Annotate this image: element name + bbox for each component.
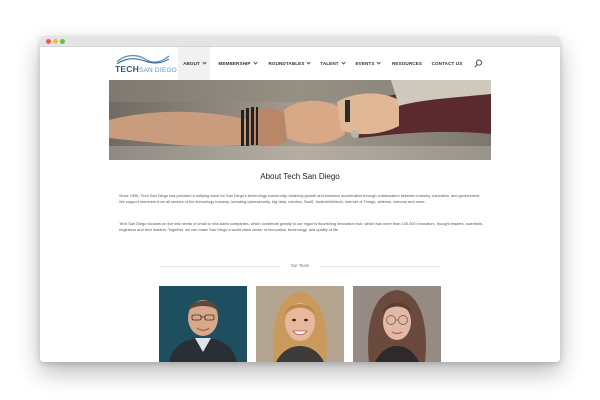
close-window-button[interactable] bbox=[46, 39, 51, 44]
about-paragraph: Since 1996, Tech San Diego has provided … bbox=[119, 193, 481, 205]
about-paragraph: Tech San Diego focuses on the real needs… bbox=[119, 221, 483, 233]
nav-label: EVENTS bbox=[355, 61, 375, 66]
chevron-down-icon bbox=[341, 60, 346, 65]
nav-about[interactable]: ABOUT bbox=[178, 47, 210, 80]
portrait-photo bbox=[353, 286, 441, 362]
hero-photo bbox=[109, 80, 491, 160]
nav-label: RESOURCES bbox=[392, 61, 422, 66]
nav-label: MEMBERSHIP bbox=[218, 61, 251, 66]
team-member-photo-woman[interactable] bbox=[256, 286, 344, 362]
header: TECHSAN DIEGO ABOUT MEMBERSHIP ROUNDTABL… bbox=[40, 47, 560, 80]
page-title: About Tech San Diego bbox=[260, 172, 340, 181]
portrait-photo bbox=[159, 286, 247, 362]
nav-roundtables[interactable]: ROUNDTABLES bbox=[265, 47, 313, 80]
nav-resources[interactable]: RESOURCES bbox=[390, 47, 424, 80]
chevron-down-icon bbox=[306, 60, 312, 65]
nav-events[interactable]: EVENTS bbox=[352, 47, 383, 80]
title-bar bbox=[40, 36, 560, 47]
logo-main-text: TECH bbox=[115, 64, 139, 74]
team-member-photo-man[interactable] bbox=[159, 286, 247, 362]
nav-label: TALENT bbox=[320, 61, 339, 66]
browser-window: TECHSAN DIEGO ABOUT MEMBERSHIP ROUNDTABL… bbox=[40, 36, 560, 362]
site-logo[interactable]: TECHSAN DIEGO bbox=[115, 52, 177, 76]
portrait-photo bbox=[256, 286, 344, 362]
section-heading: Our Team bbox=[290, 263, 310, 268]
chevron-down-icon bbox=[376, 60, 382, 65]
nav-label: CONTACT US bbox=[431, 61, 463, 66]
hero-image-hands-fist-bump bbox=[109, 80, 491, 160]
chevron-down-icon bbox=[202, 60, 207, 65]
nav-talent[interactable]: TALENT bbox=[317, 47, 347, 80]
maximize-window-button[interactable] bbox=[60, 39, 65, 44]
nav-contact-us[interactable]: CONTACT US bbox=[429, 47, 465, 80]
logo-text: TECHSAN DIEGO bbox=[115, 64, 177, 74]
nav-label: ABOUT bbox=[183, 61, 200, 66]
chevron-down-icon bbox=[253, 60, 258, 65]
nav-label: ROUNDTABLES bbox=[268, 61, 305, 66]
minimize-window-button[interactable] bbox=[53, 39, 58, 44]
website: TECHSAN DIEGO ABOUT MEMBERSHIP ROUNDTABL… bbox=[40, 47, 560, 362]
team-member-photo-woman-glasses[interactable] bbox=[353, 286, 441, 362]
logo-sub-text: SAN DIEGO bbox=[138, 67, 177, 74]
search-icon[interactable] bbox=[474, 59, 483, 68]
nav-membership[interactable]: MEMBERSHIP bbox=[214, 47, 260, 80]
